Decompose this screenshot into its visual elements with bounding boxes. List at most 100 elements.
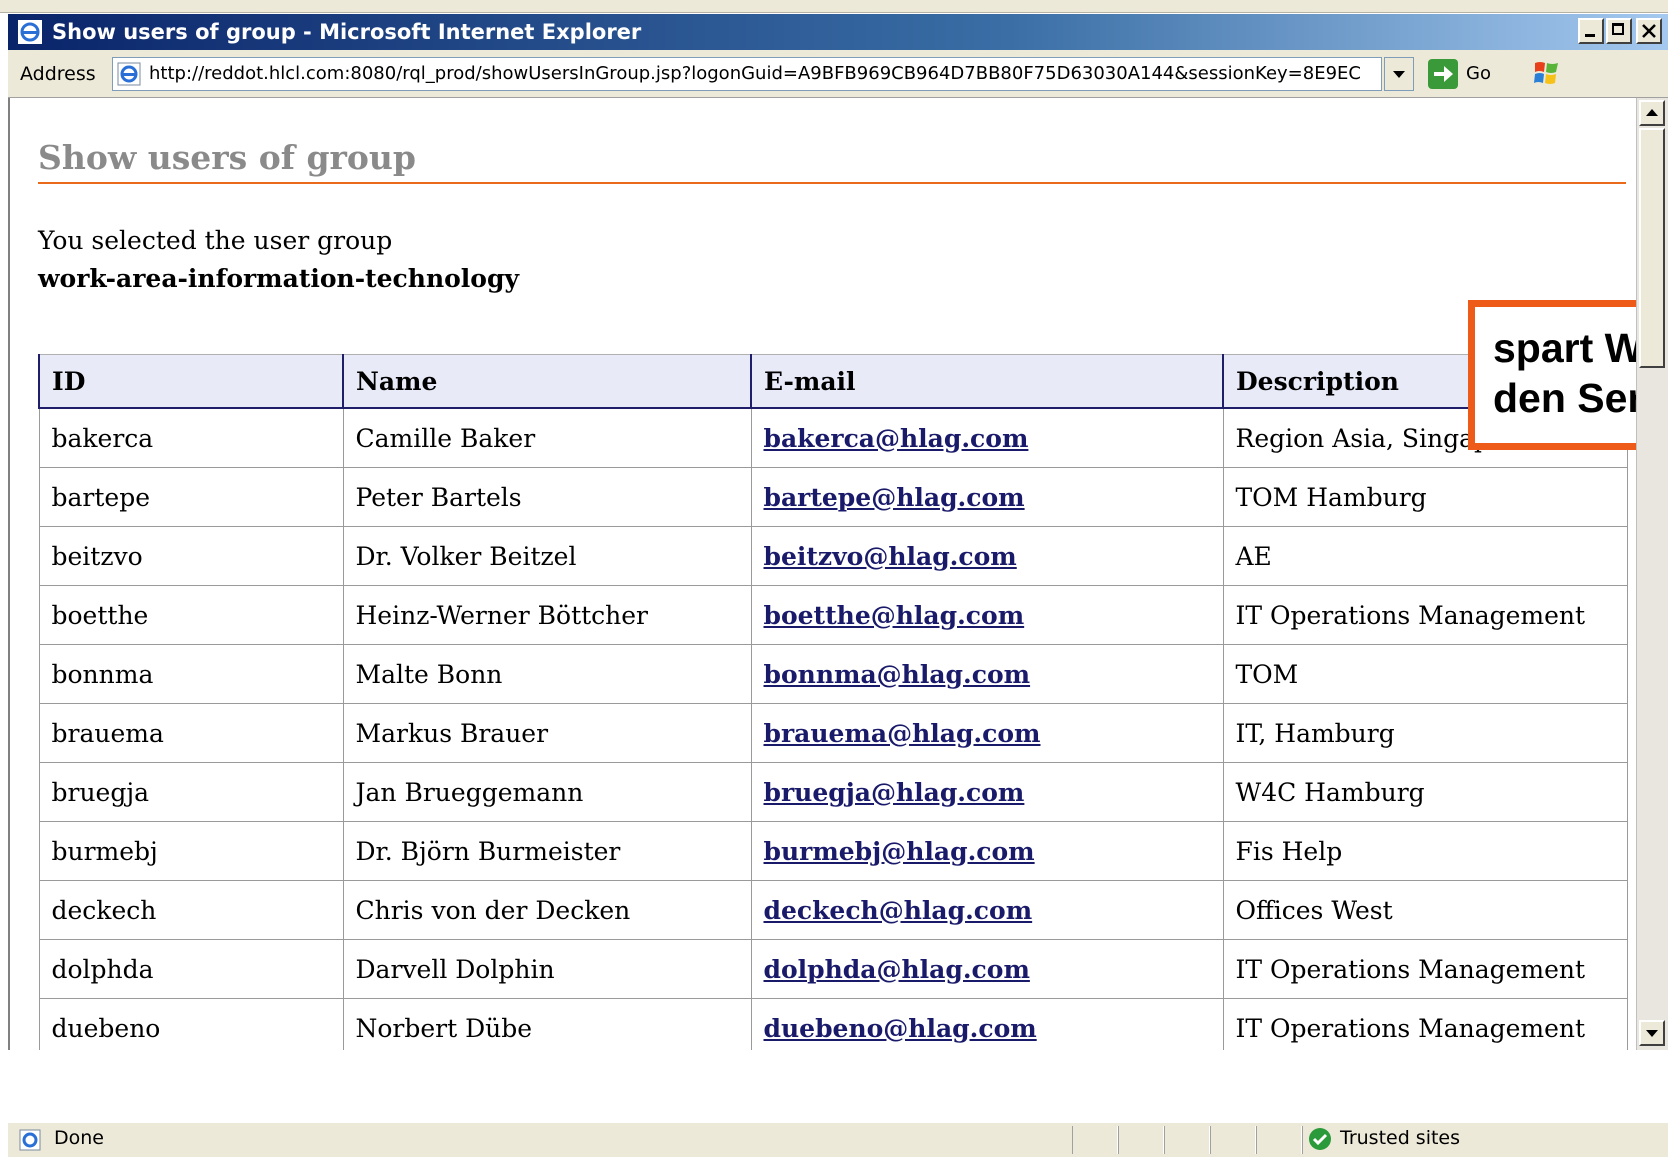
trusted-check-icon — [1309, 1128, 1331, 1150]
table-row: deckech Chris von der Decken deckech@hlag.… — [38, 880, 1628, 940]
cell-name: Chris von der Decken — [342, 880, 752, 940]
cell-name: Malte Bonn — [342, 644, 752, 704]
top-strip — [0, 0, 1668, 13]
title-divider — [38, 182, 1626, 184]
maximize-button[interactable] — [1606, 18, 1632, 44]
email-link[interactable]: burmebj@hlag.com — [764, 837, 1035, 866]
cell-description: TOM — [1222, 644, 1628, 704]
cell-id: bruegja — [38, 762, 344, 822]
cell-id: duebeno — [38, 998, 344, 1050]
chevron-down-icon — [1393, 71, 1405, 78]
table-row: beitzvo Dr. Volker Beitzel beitzvo@hlag.co… — [38, 526, 1628, 586]
scroll-up-button[interactable] — [1639, 100, 1665, 126]
page-icon — [117, 62, 141, 86]
status-segment — [1164, 1126, 1210, 1154]
cell-description: IT Operations Management — [1222, 939, 1628, 999]
table-row: bruegja Jan Brueggemann bruegja@hlag.com W4… — [38, 762, 1628, 822]
email-link[interactable]: duebeno@hlag.com — [764, 1014, 1037, 1043]
cell-email: beitzvo@hlag.com — [750, 526, 1224, 586]
address-bar: Address http://reddot.hlcl.com:8080/rql_… — [8, 50, 1668, 98]
group-name: work-area-information-technology — [38, 264, 519, 293]
address-url: http://reddot.hlcl.com:8080/rql_prod/sho… — [149, 63, 1361, 84]
cell-id: bonnma — [38, 644, 344, 704]
status-segment — [1210, 1126, 1256, 1154]
table-row: burmebj Dr. Björn Burmeister burmebj@hlag.… — [38, 821, 1628, 881]
cell-email: boetthe@hlag.com — [750, 585, 1224, 645]
table-row: dolphda Darvell Dolphin dolphda@hlag.com IT… — [38, 939, 1628, 999]
cell-email: deckech@hlag.com — [750, 880, 1224, 940]
vertical-scrollbar[interactable] — [1636, 98, 1668, 1050]
table-row: bonnma Malte Bonn bonnma@hlag.com TOM — [38, 644, 1628, 704]
table-row: bartepe Peter Bartels bartepe@hlag.com TOM … — [38, 467, 1628, 527]
callout-text: spart W den Ser — [1493, 323, 1636, 423]
email-link[interactable]: deckech@hlag.com — [764, 896, 1033, 925]
cell-email: brauema@hlag.com — [750, 703, 1224, 763]
cell-name: Heinz-Werner Böttcher — [342, 585, 752, 645]
cell-name: Camille Baker — [342, 407, 752, 468]
cell-description: AE — [1222, 526, 1628, 586]
status-segment — [1256, 1126, 1302, 1154]
cell-email: bonnma@hlag.com — [750, 644, 1224, 704]
header-email: E-mail — [750, 354, 1224, 409]
callout-line-2: den Ser — [1493, 375, 1636, 421]
minimize-button[interactable] — [1578, 18, 1604, 44]
cell-id: bakerca — [38, 407, 344, 468]
cell-id: dolphda — [38, 939, 344, 999]
cell-email: bartepe@hlag.com — [750, 467, 1224, 527]
scroll-up-icon — [1646, 109, 1658, 116]
arrow-right-icon — [1434, 66, 1453, 82]
email-link[interactable]: boetthe@hlag.com — [764, 601, 1025, 630]
cell-description: IT Operations Management — [1222, 998, 1628, 1050]
cell-email: bruegja@hlag.com — [750, 762, 1224, 822]
table-row: duebeno Norbert Dübe duebeno@hlag.com IT Op… — [38, 998, 1628, 1050]
email-link[interactable]: bruegja@hlag.com — [764, 778, 1025, 807]
go-label[interactable]: Go — [1466, 63, 1491, 84]
email-link[interactable]: bakerca@hlag.com — [764, 424, 1029, 453]
page-title: Show users of group — [38, 138, 416, 177]
status-text: Done — [54, 1127, 104, 1149]
email-link[interactable]: beitzvo@hlag.com — [764, 542, 1017, 571]
scroll-thumb[interactable] — [1639, 128, 1665, 368]
cell-name: Darvell Dolphin — [342, 939, 752, 999]
scroll-down-button[interactable] — [1639, 1020, 1665, 1046]
email-link[interactable]: brauema@hlag.com — [764, 719, 1041, 748]
email-link[interactable]: bonnma@hlag.com — [764, 660, 1031, 689]
annotation-callout: spart W den Ser — [1468, 300, 1636, 450]
status-segment — [1118, 1126, 1164, 1154]
status-segment — [1072, 1126, 1118, 1154]
cell-name: Markus Brauer — [342, 703, 752, 763]
maximize-icon — [1612, 23, 1624, 35]
close-button[interactable] — [1636, 18, 1662, 44]
header-name: Name — [342, 354, 752, 409]
cell-email: bakerca@hlag.com — [750, 407, 1224, 468]
cell-id: burmebj — [38, 821, 344, 881]
cell-id: beitzvo — [38, 526, 344, 586]
users-table: ID Name E-mail Description bakerca Camill… — [38, 354, 1628, 1050]
intro-text: You selected the user group — [38, 226, 393, 255]
address-dropdown-button[interactable] — [1384, 57, 1414, 91]
minimize-icon — [1585, 34, 1595, 37]
ie-icon — [18, 20, 42, 44]
email-link[interactable]: bartepe@hlag.com — [764, 483, 1025, 512]
cell-name: Peter Bartels — [342, 467, 752, 527]
table-header-row: ID Name E-mail Description — [38, 354, 1628, 409]
table-row: brauema Markus Brauer brauema@hlag.com IT, … — [38, 703, 1628, 763]
table-row: boetthe Heinz-Werner Böttcher boetthe@hlag… — [38, 585, 1628, 645]
header-id: ID — [38, 354, 344, 409]
table-row: bakerca Camille Baker bakerca@hlag.com Regi… — [38, 407, 1628, 468]
windows-logo-icon — [1534, 62, 1558, 84]
window-titlebar[interactable]: Show users of group - Microsoft Internet… — [8, 14, 1668, 50]
cell-name: Dr. Volker Beitzel — [342, 526, 752, 586]
go-button[interactable] — [1428, 59, 1458, 89]
cell-email: burmebj@hlag.com — [750, 821, 1224, 881]
cell-description: Fis Help — [1222, 821, 1628, 881]
page-status-icon — [19, 1129, 41, 1151]
cell-id: bartepe — [38, 467, 344, 527]
cell-id: boetthe — [38, 585, 344, 645]
scroll-down-icon — [1646, 1030, 1658, 1037]
address-input[interactable]: http://reddot.hlcl.com:8080/rql_prod/sho… — [112, 57, 1382, 91]
cell-description: IT, Hamburg — [1222, 703, 1628, 763]
zone-label: Trusted sites — [1340, 1127, 1461, 1149]
email-link[interactable]: dolphda@hlag.com — [764, 955, 1030, 984]
cell-email: duebeno@hlag.com — [750, 998, 1224, 1050]
